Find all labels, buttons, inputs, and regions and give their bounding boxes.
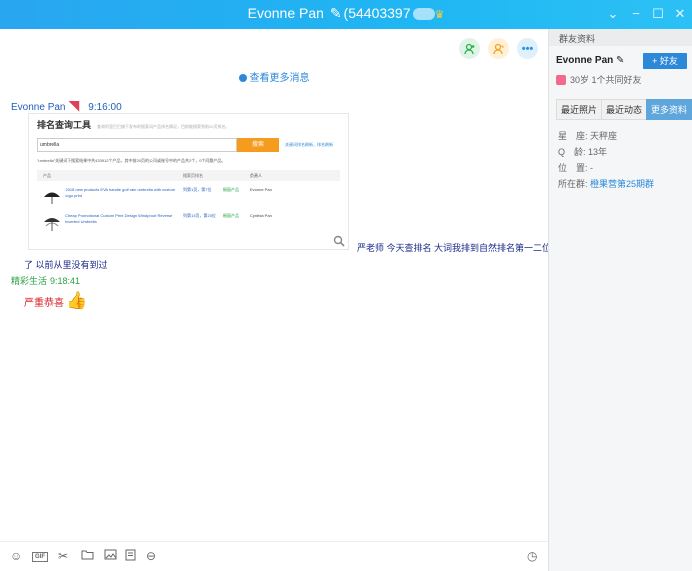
profile-age: 30岁 1个共同好友 (556, 73, 642, 86)
chat-area: ••• 查看更多消息 Evonne Pan ◥ 9:16:00 排名查询工具 查询阿… (0, 29, 552, 541)
smile-icon[interactable]: ☺ (10, 549, 22, 563)
view-more-messages-link[interactable]: 查看更多消息 (0, 69, 548, 84)
more-options-icon[interactable]: ••• (517, 38, 538, 59)
image-icon[interactable] (104, 549, 117, 563)
card-title: 排名查询工具 (37, 120, 92, 130)
card-search-input: umbrella (37, 138, 237, 152)
product-status: 橱窗产品 (223, 187, 239, 192)
chevron-down-icon[interactable]: ⌄ (604, 6, 622, 22)
window-title: Evonne Pan ✎ (54403397 ♛ (0, 5, 692, 22)
doc-icon[interactable] (125, 549, 136, 564)
card-table-row: 2018 new products EVA handle golf rain u… (37, 187, 340, 207)
card-header-rank: 搜索页排名 (183, 172, 203, 178)
card-table-row: Cheap Promotional Custom Print Design Wi… (37, 213, 340, 233)
message-sender-line: Evonne Pan ◥ 9:16:00 (11, 97, 122, 114)
card-search-button: 搜索 (237, 138, 279, 152)
title-name: Evonne Pan (247, 5, 324, 21)
crown-icon: ♛ (434, 9, 445, 21)
card-search-row: umbrella 搜索 关键词排名刷新，排名刷新 (37, 138, 340, 152)
product-owner: Cynthia Pan (250, 213, 272, 218)
title-bar: Evonne Pan ✎ (54403397 ♛ ⌄ − ☐ ✕ (0, 0, 692, 29)
folder-icon[interactable] (81, 549, 94, 563)
product-rank: 列第13页，第23位 (183, 213, 216, 218)
add-member-icon[interactable] (459, 38, 480, 59)
qage-value: 13年 (588, 147, 608, 157)
product-name: Cheap Promotional Custom Print Design Wi… (65, 213, 173, 224)
close-icon[interactable]: ✕ (671, 6, 689, 22)
badge-icon: ◥ (68, 97, 80, 113)
qage-label: Q 龄: (558, 147, 586, 157)
message-text: 严重恭喜 👍 (24, 291, 87, 311)
product-rank: 列第1页，第7位 (183, 187, 212, 192)
message-time: 9:16:00 (88, 102, 122, 113)
image-message-card[interactable]: 排名查询工具 查询阿里巴巴旗下发布的搜索词产品排名情况，目前能搜索到前20页排名… (28, 113, 349, 250)
umbrella-icon (43, 213, 61, 233)
star-label: 星 座: (558, 131, 588, 141)
sender-name[interactable]: Evonne Pan (11, 102, 66, 113)
location-value: - (590, 163, 594, 173)
sender-name[interactable]: 精彩生活 (11, 276, 47, 286)
card-search-link: 关键词排名刷新，排名刷新 (285, 142, 333, 147)
profile-info: 星 座: 天秤座 Q 龄: 13年 位 置: - 所在群: 橙果营第25期群 (558, 128, 654, 192)
history-icon[interactable]: ◷ (527, 549, 537, 563)
zoom-icon[interactable] (333, 235, 345, 250)
tab-recent-activity[interactable]: 最近动态 (601, 99, 648, 120)
gif-icon[interactable]: GIF (32, 552, 48, 562)
group-link[interactable]: 橙果营第25期群 (590, 179, 654, 189)
panel-header: 群友资料 (549, 29, 692, 46)
input-toolbar: ☺ GIF ✂ ⊖ ◷ (0, 541, 548, 571)
pen-icon: ✎ (329, 5, 342, 21)
maximize-icon[interactable]: ☐ (649, 6, 667, 22)
chat-top-icons: ••• (459, 38, 538, 59)
profile-name: Evonne Pan ✎ (556, 55, 624, 66)
more-icon[interactable]: ⊖ (146, 549, 156, 563)
profile-panel: 群友资料 Evonne Pan ✎ + 好友 30岁 1个共同好友 最近照片 最… (548, 29, 692, 571)
add-friend-button[interactable]: + 好友 (643, 53, 687, 69)
umbrella-icon (43, 187, 61, 207)
tab-more-info[interactable]: 更多资料 (646, 99, 692, 120)
message-text: 了 以前从里没有到过 (24, 260, 108, 270)
profile-icon[interactable] (488, 38, 509, 59)
congrats-text: 严重恭喜 (24, 297, 64, 309)
age-text: 30岁 1个共同好友 (570, 75, 642, 85)
product-status: 橱窗产品 (223, 213, 239, 218)
card-header-product: 产品 (43, 172, 51, 178)
pen-icon: ✎ (616, 55, 625, 66)
card-result-text: "umbrella"关键词下搜索结果中共433912个产品，其中前20页的公司或… (37, 158, 226, 163)
view-more-label: 查看更多消息 (249, 73, 310, 84)
product-name: 2018 new products EVA handle golf rain u… (65, 187, 176, 198)
profile-name-text: Evonne Pan (556, 55, 614, 66)
group-label: 所在群: (558, 179, 588, 189)
message-sender-line: 精彩生活 9:18:41 (11, 274, 80, 287)
title-qq: (54403397 (343, 5, 411, 21)
card-header-owner: 负责人 (250, 172, 262, 178)
blurred-text (412, 8, 435, 21)
message-time: 9:18:41 (50, 276, 81, 286)
location-label: 位 置: (558, 163, 588, 173)
clock-icon (238, 74, 247, 82)
thumbs-up-icon: 👍 (66, 291, 88, 310)
product-owner: Evonne Pan (250, 187, 272, 192)
tab-recent-photos[interactable]: 最近照片 (556, 99, 603, 120)
scissors-icon[interactable]: ✂ (58, 549, 68, 563)
profile-tabs: 最近照片 最近动态 更多资料 (556, 99, 692, 120)
star-value: 天秤座 (590, 131, 618, 141)
card-subtitle: 查询阿里巴巴旗下发布的搜索词产品排名情况，目前能搜索到前20页排名。 (97, 124, 230, 129)
card-table-header: 产品 搜索页排名 负责人 (37, 170, 340, 181)
message-text: 严老师 今天查排名 大词我排到自然排名第一二位 (357, 243, 552, 253)
minimize-icon[interactable]: − (627, 6, 645, 21)
gender-icon (556, 74, 566, 85)
